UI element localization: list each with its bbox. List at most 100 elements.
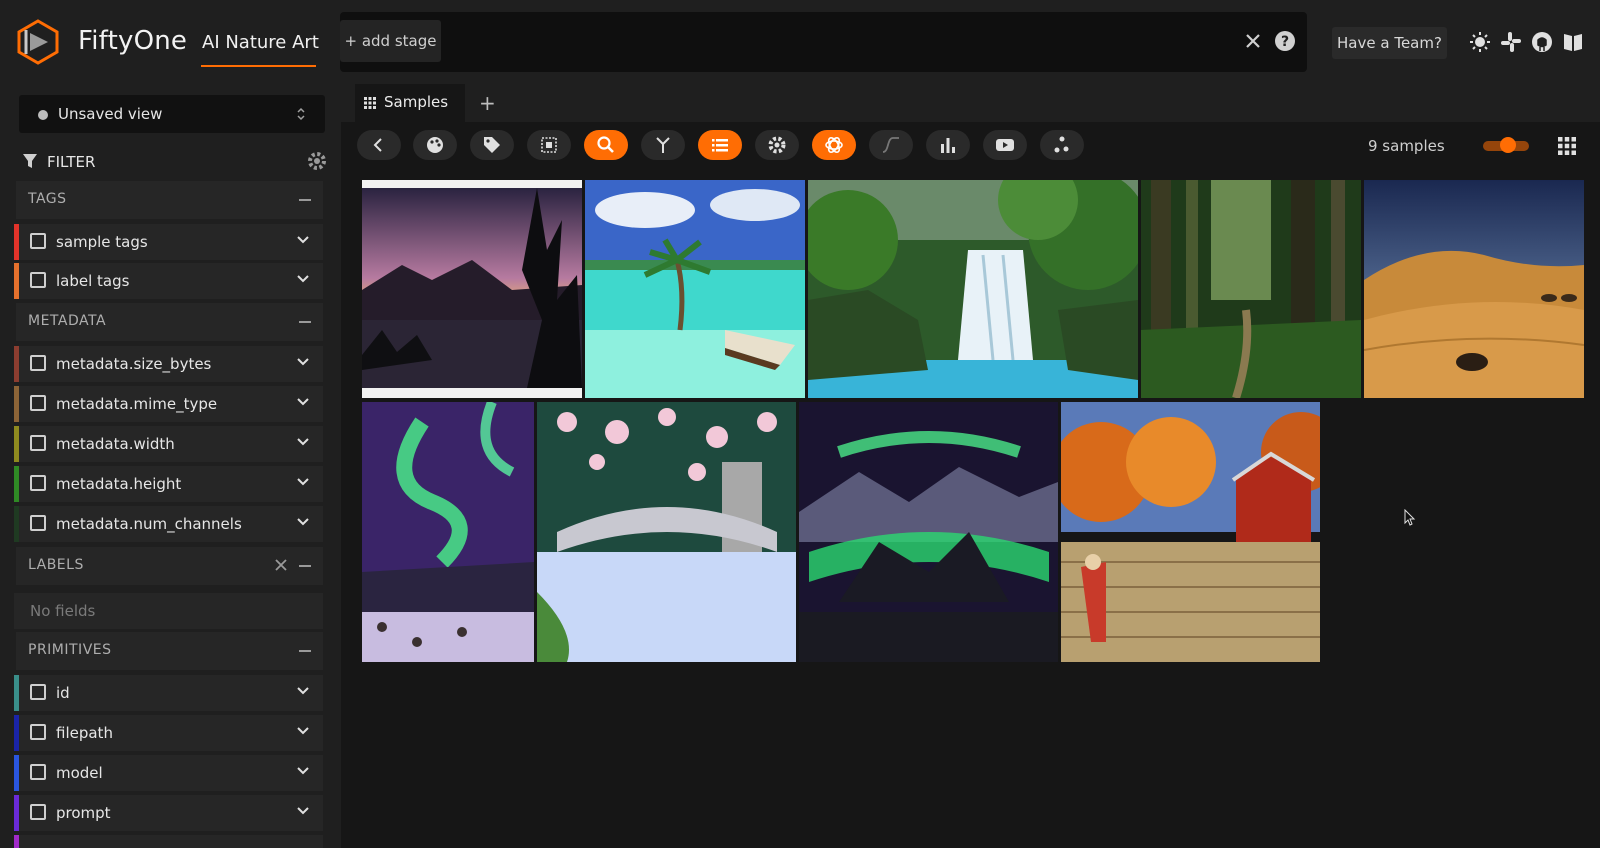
checkbox[interactable] (30, 355, 46, 371)
chevron-down-icon[interactable] (297, 438, 309, 446)
fiftyone-logo[interactable] (14, 18, 62, 66)
collapse-icon[interactable] (299, 199, 311, 201)
checkbox[interactable] (30, 272, 46, 288)
chevron-down-icon[interactable] (297, 518, 309, 526)
chevron-down-icon[interactable] (297, 478, 309, 486)
field-row-metadata-mime-type[interactable]: metadata.mime_type (14, 386, 323, 422)
checkbox[interactable] (30, 684, 46, 700)
back-icon (373, 138, 382, 152)
openai-button[interactable] (812, 130, 856, 160)
chevron-down-icon[interactable] (297, 807, 309, 815)
dataset-selector[interactable]: AI Nature Art (202, 32, 319, 53)
grid-icon (364, 97, 376, 109)
checkbox[interactable] (30, 515, 46, 531)
chevron-down-icon[interactable] (297, 727, 309, 735)
view-selector-label: Unsaved view (58, 105, 163, 123)
checkbox[interactable] (30, 395, 46, 411)
github-icon[interactable] (1531, 31, 1553, 53)
checkbox[interactable] (30, 233, 46, 249)
embeddings-button[interactable] (1040, 130, 1084, 160)
add-tab-button[interactable]: + (479, 91, 496, 115)
settings-button[interactable] (755, 130, 799, 160)
dataset-underline (201, 65, 316, 67)
have-a-team-button[interactable]: Have a Team? (1332, 27, 1447, 59)
tag-icon (484, 137, 500, 153)
grid-view-icon[interactable] (1558, 137, 1576, 155)
youtube-button[interactable] (983, 130, 1027, 160)
primitives-group-header[interactable]: PRIMITIVES (16, 632, 323, 670)
color-palette-button[interactable] (413, 130, 457, 160)
field-row-prompt[interactable]: prompt (14, 795, 323, 831)
zoom-slider-handle[interactable] (1500, 137, 1516, 153)
collapse-icon[interactable] (299, 321, 311, 323)
field-row-id[interactable]: id (14, 675, 323, 711)
chevron-down-icon[interactable] (297, 358, 309, 366)
theme-light-icon[interactable] (1469, 31, 1491, 53)
curve-icon (882, 137, 899, 153)
field-row-metadata-num-channels[interactable]: metadata.num_channels (14, 506, 323, 542)
curve-button[interactable] (869, 130, 913, 160)
labels-group-header[interactable]: LABELS (16, 547, 323, 585)
tags-group-header[interactable]: TAGS (16, 181, 323, 219)
chevron-down-icon[interactable] (297, 767, 309, 775)
checkbox[interactable] (30, 764, 46, 780)
list-button[interactable] (698, 130, 742, 160)
field-row-sample-tags[interactable]: sample tags (14, 224, 323, 260)
field-color-bar (14, 346, 19, 382)
field-row-label-tags[interactable]: label tags (14, 263, 323, 299)
field-row-partial[interactable] (14, 835, 323, 848)
checkbox[interactable] (30, 475, 46, 491)
slack-icon[interactable] (1500, 31, 1522, 53)
field-label: model (56, 764, 103, 782)
field-row-model[interactable]: model (14, 755, 323, 791)
help-icon[interactable]: ? (1274, 30, 1296, 52)
close-icon[interactable] (1242, 30, 1264, 52)
sample-thumbnail[interactable] (537, 402, 796, 662)
sample-thumbnail[interactable] (799, 402, 1058, 662)
back-button[interactable] (357, 130, 401, 160)
sample-thumbnail[interactable] (362, 180, 582, 398)
sample-thumbnail[interactable] (1141, 180, 1361, 398)
field-color-bar (14, 386, 19, 422)
view-bar[interactable] (340, 12, 1307, 72)
patches-button[interactable] (527, 130, 571, 160)
sample-thumbnail[interactable] (1061, 402, 1320, 662)
tab-label: Samples (384, 93, 449, 111)
similarity-search-button[interactable] (584, 130, 628, 160)
sample-thumbnail[interactable] (1364, 180, 1584, 398)
svg-text:?: ? (1281, 34, 1289, 50)
sample-thumbnail[interactable] (808, 180, 1138, 398)
gear-icon[interactable] (307, 151, 327, 171)
checkbox[interactable] (30, 435, 46, 451)
docs-book-icon[interactable] (1562, 31, 1584, 53)
sample-thumbnail[interactable] (362, 402, 534, 662)
collapse-icon[interactable] (299, 565, 311, 567)
chevron-down-icon[interactable] (297, 687, 309, 695)
tag-button[interactable] (470, 130, 514, 160)
checkbox[interactable] (30, 804, 46, 820)
sample-thumbnail[interactable] (585, 180, 805, 398)
clear-icon[interactable] (275, 559, 287, 571)
field-color-bar (14, 675, 19, 711)
metadata-group-header[interactable]: METADATA (16, 303, 323, 341)
list-icon (712, 139, 728, 152)
patches-icon (541, 137, 557, 153)
group-title: TAGS (28, 191, 67, 207)
field-row-metadata-width[interactable]: metadata.width (14, 426, 323, 462)
field-row-metadata-height[interactable]: metadata.height (14, 466, 323, 502)
checkbox[interactable] (30, 724, 46, 740)
field-row-filepath[interactable]: filepath (14, 715, 323, 751)
no-fields-text: No fields (30, 602, 96, 620)
chevron-down-icon[interactable] (297, 275, 309, 283)
chevron-down-icon[interactable] (297, 398, 309, 406)
openai-icon (825, 136, 843, 154)
field-label: metadata.num_channels (56, 515, 242, 533)
merge-button[interactable] (641, 130, 685, 160)
field-label: metadata.size_bytes (56, 355, 212, 373)
chevron-down-icon[interactable] (297, 236, 309, 244)
bar-chart-button[interactable] (926, 130, 970, 160)
field-row-metadata-size-bytes[interactable]: metadata.size_bytes (14, 346, 323, 382)
group-title: METADATA (28, 313, 107, 329)
collapse-icon[interactable] (299, 650, 311, 652)
add-stage-button[interactable]: + add stage (340, 20, 441, 62)
